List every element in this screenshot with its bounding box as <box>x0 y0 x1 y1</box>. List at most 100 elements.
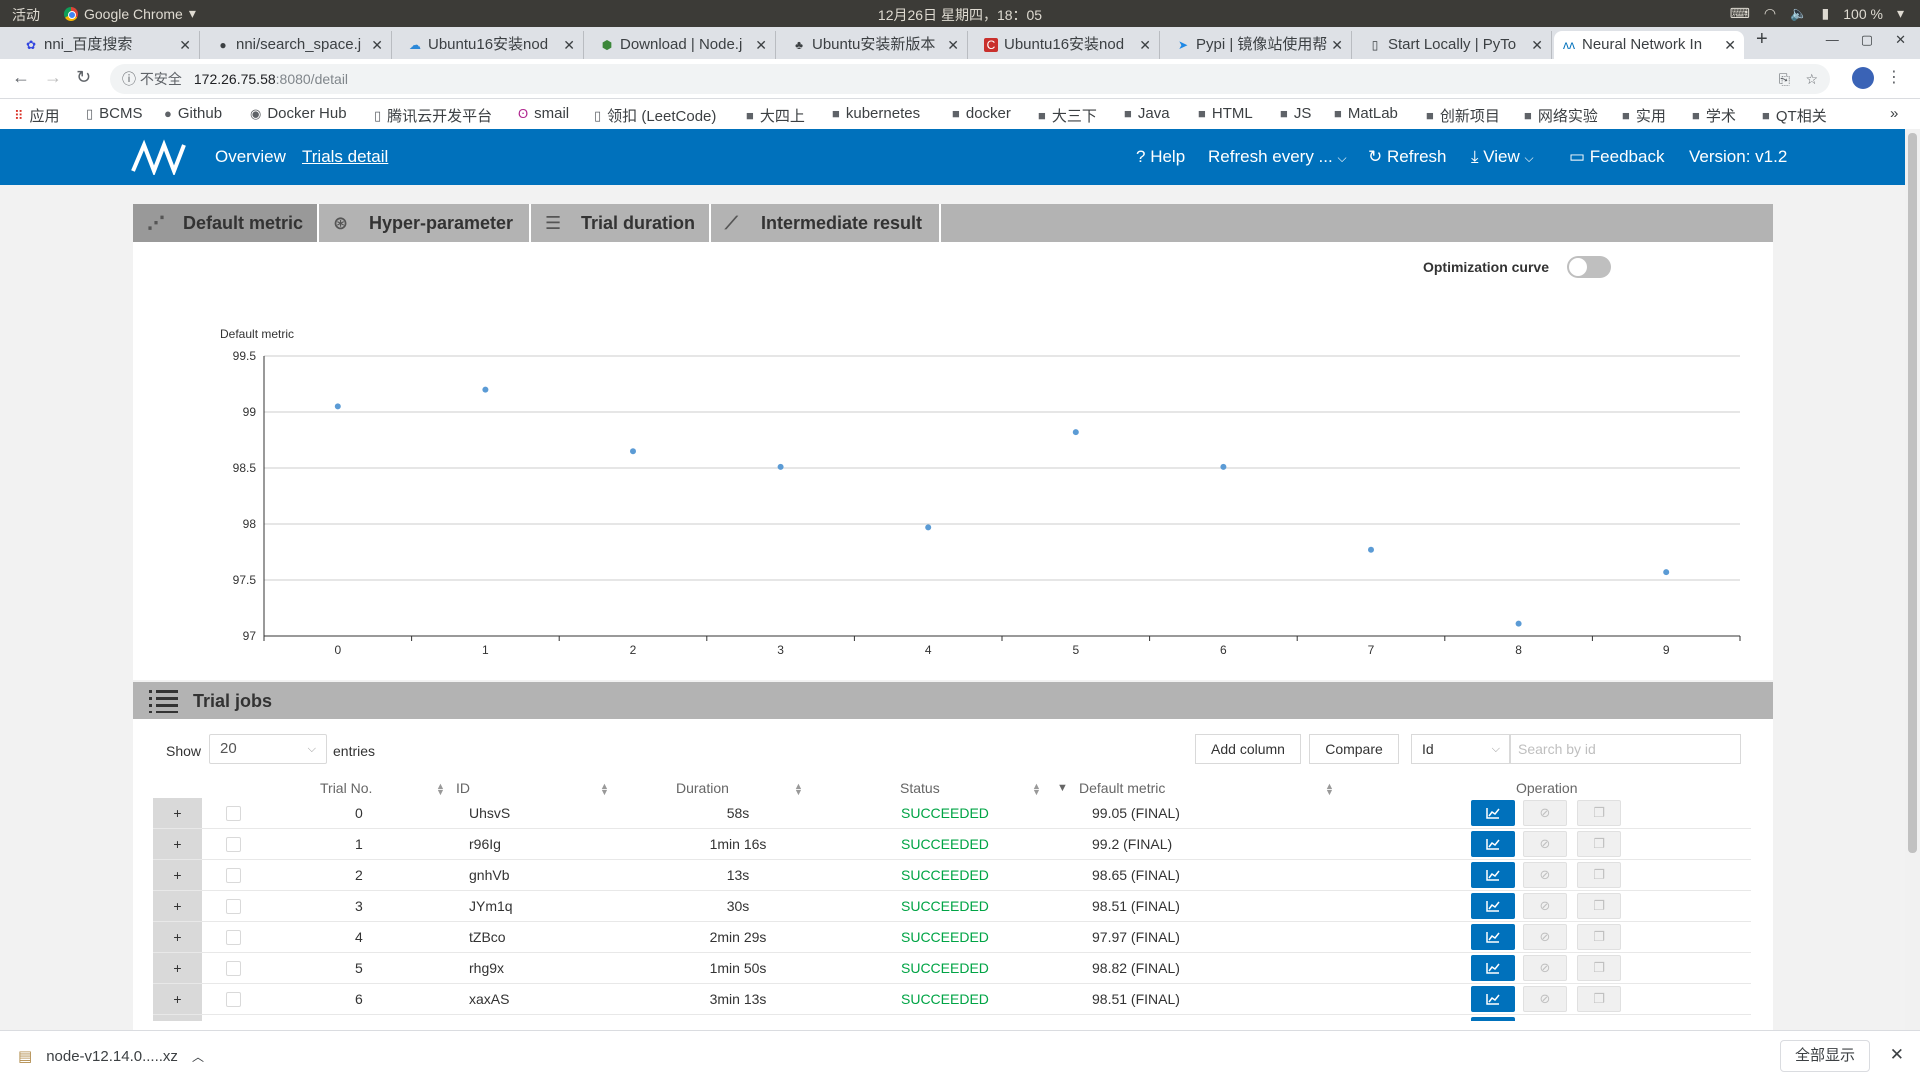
feedback-button[interactable]: ▭ Feedback <box>1569 147 1664 167</box>
browser-tab[interactable]: ⬢ Download | Node.j ✕ <box>592 31 776 59</box>
new-tab-button[interactable]: + <box>1756 28 1768 51</box>
back-icon[interactable]: ← <box>12 67 30 88</box>
expand-row-button[interactable]: + <box>153 860 202 890</box>
column-header-status[interactable]: Status <box>900 780 940 796</box>
kill-trial-button[interactable]: ⊘ <box>1523 862 1567 888</box>
column-header-trial-no[interactable]: Trial No. <box>320 780 372 796</box>
bookmark-folder[interactable]: ■ HTML <box>1198 105 1253 122</box>
bookmark-folder[interactable]: ■ MatLab <box>1334 105 1398 122</box>
page-scrollbar[interactable] <box>1905 129 1920 1030</box>
page-size-select[interactable]: 20 ⌵ <box>209 734 327 764</box>
trial-detail-button[interactable] <box>1471 862 1515 888</box>
nav-overview[interactable]: Overview <box>215 147 286 167</box>
sort-icon[interactable]: ▲ ▼ <box>436 782 445 797</box>
copy-trial-button[interactable]: ❐ <box>1577 955 1621 981</box>
more-bookmarks-icon[interactable]: » <box>1890 105 1898 122</box>
bookmark-item[interactable]: ▯ 腾讯云开发平台 <box>374 105 492 126</box>
close-tab-icon[interactable]: ✕ <box>563 31 575 59</box>
bookmark-folder[interactable]: ■ kubernetes <box>832 105 920 122</box>
clock[interactable]: 12月26日 星期四，18：05 <box>0 5 1920 25</box>
bookmark-item[interactable]: ▯ BCMS <box>86 105 143 122</box>
copy-trial-button[interactable]: ❐ <box>1577 862 1621 888</box>
search-input[interactable]: Search by id <box>1509 734 1741 764</box>
forward-icon[interactable]: → <box>44 67 62 88</box>
browser-tab[interactable]: ♣ Ubuntu安装新版本 ✕ <box>784 31 968 59</box>
kill-trial-button[interactable]: ⊘ <box>1523 800 1567 826</box>
trial-detail-button[interactable] <box>1471 893 1515 919</box>
close-tab-icon[interactable]: ✕ <box>1331 31 1343 59</box>
nni-logo[interactable] <box>130 139 188 175</box>
trial-detail-button[interactable] <box>1471 924 1515 950</box>
row-checkbox[interactable] <box>226 837 241 852</box>
close-tab-icon[interactable]: ✕ <box>1139 31 1151 59</box>
chevron-up-icon[interactable]: ︿ <box>192 1048 204 1065</box>
add-column-button[interactable]: Add column <box>1195 734 1301 764</box>
expand-row-button[interactable]: + <box>153 984 202 1014</box>
sort-icon[interactable]: ▲ ▼ <box>1032 782 1041 797</box>
browser-tab[interactable]: ✿ nni_百度搜索 ✕ <box>16 31 200 59</box>
copy-trial-button[interactable]: ❐ <box>1577 831 1621 857</box>
column-header-id[interactable]: ID <box>456 780 470 796</box>
url-field[interactable]: ⓘ 不安全 172.26.75.58:8080/detail ⎘ ☆ <box>110 64 1830 94</box>
tab-hyper-parameter[interactable]: ⊛ Hyper-parameter <box>319 204 531 242</box>
close-tab-icon[interactable]: ✕ <box>1724 31 1736 59</box>
bookmark-folder[interactable]: ■ QT相关 <box>1762 105 1827 126</box>
translate-icon[interactable]: ⎘ <box>1779 64 1790 94</box>
row-checkbox[interactable] <box>226 868 241 883</box>
bookmark-folder[interactable]: ■ 实用 <box>1622 105 1666 126</box>
trial-detail-button[interactable] <box>1471 986 1515 1012</box>
refresh-interval-dropdown[interactable]: Refresh every ... ⌵ <box>1208 147 1347 167</box>
tab-default-metric[interactable]: ⋰ Default metric <box>133 204 319 242</box>
download-item[interactable]: ▤ node-v12.14.0.....xz ︿ <box>18 1047 204 1066</box>
bookmark-item[interactable]: ● Github <box>164 105 222 122</box>
expand-row-button[interactable]: + <box>153 798 202 828</box>
trial-detail-button[interactable] <box>1471 800 1515 826</box>
copy-trial-button[interactable]: ❐ <box>1577 986 1621 1012</box>
bookmark-item[interactable]: ʘ smail <box>518 105 569 122</box>
row-checkbox[interactable] <box>226 899 241 914</box>
close-window-icon[interactable]: ✕ <box>1895 32 1906 48</box>
close-shelf-icon[interactable]: ✕ <box>1890 1045 1904 1065</box>
refresh-button[interactable]: ↻ Refresh <box>1368 147 1447 167</box>
compare-button[interactable]: Compare <box>1309 734 1399 764</box>
close-tab-icon[interactable]: ✕ <box>371 31 383 59</box>
column-header-default-metric[interactable]: Default metric <box>1079 780 1165 796</box>
close-tab-icon[interactable]: ✕ <box>755 31 767 59</box>
system-tray[interactable]: ⌨ ◠ 🔈 ▮ 100 % ▾ <box>1730 5 1904 22</box>
bookmark-item[interactable]: ▯ 领扣 (LeetCode) <box>594 105 716 126</box>
row-checkbox[interactable] <box>226 806 241 821</box>
reload-icon[interactable]: ↻ <box>76 67 91 88</box>
tab-trial-duration[interactable]: ☰ Trial duration <box>531 204 711 242</box>
browser-tab[interactable]: ➤ Pypi | 镜像站使用帮 ✕ <box>1168 31 1352 59</box>
row-checkbox[interactable] <box>226 930 241 945</box>
close-tab-icon[interactable]: ✕ <box>1531 31 1543 59</box>
bookmark-item[interactable]: ◉ Docker Hub <box>250 105 347 122</box>
copy-trial-button[interactable]: ❐ <box>1577 924 1621 950</box>
kill-trial-button[interactable]: ⊘ <box>1523 986 1567 1012</box>
kill-trial-button[interactable]: ⊘ <box>1523 893 1567 919</box>
row-checkbox[interactable] <box>226 992 241 1007</box>
show-all-button[interactable]: 全部显示 <box>1780 1040 1870 1072</box>
kill-trial-button[interactable]: ⊘ <box>1523 924 1567 950</box>
bookmark-folder[interactable]: ■ Java <box>1124 105 1170 122</box>
scrollbar-thumb[interactable] <box>1908 133 1917 853</box>
trial-detail-button[interactable] <box>1471 955 1515 981</box>
bookmark-folder[interactable]: ■ 学术 <box>1692 105 1736 126</box>
browser-tab[interactable]: C Ubuntu16安装nod ✕ <box>976 31 1160 59</box>
column-header-duration[interactable]: Duration <box>676 780 729 796</box>
copy-trial-button[interactable]: ❐ <box>1577 800 1621 826</box>
sort-icon[interactable]: ▲ ▼ <box>1325 782 1334 797</box>
menu-icon[interactable]: ⋮ <box>1886 67 1902 87</box>
browser-tab[interactable]: ▯ Start Locally | PyTo ✕ <box>1360 31 1552 59</box>
expand-row-button[interactable]: + <box>153 953 202 983</box>
bookmark-folder[interactable]: ■ 网络实验 <box>1524 105 1598 126</box>
nav-trials-detail[interactable]: Trials detail <box>302 147 388 167</box>
profile-avatar[interactable] <box>1852 67 1874 89</box>
close-tab-icon[interactable]: ✕ <box>179 31 191 59</box>
trial-detail-button[interactable] <box>1471 831 1515 857</box>
bookmark-folder[interactable]: ■ docker <box>952 105 1011 122</box>
row-checkbox[interactable] <box>226 961 241 976</box>
browser-tab[interactable]: ☁ Ubuntu16安装nod ✕ <box>400 31 584 59</box>
kill-trial-button[interactable]: ⊘ <box>1523 955 1567 981</box>
bookmark-folder[interactable]: ■ 创新项目 <box>1426 105 1500 126</box>
